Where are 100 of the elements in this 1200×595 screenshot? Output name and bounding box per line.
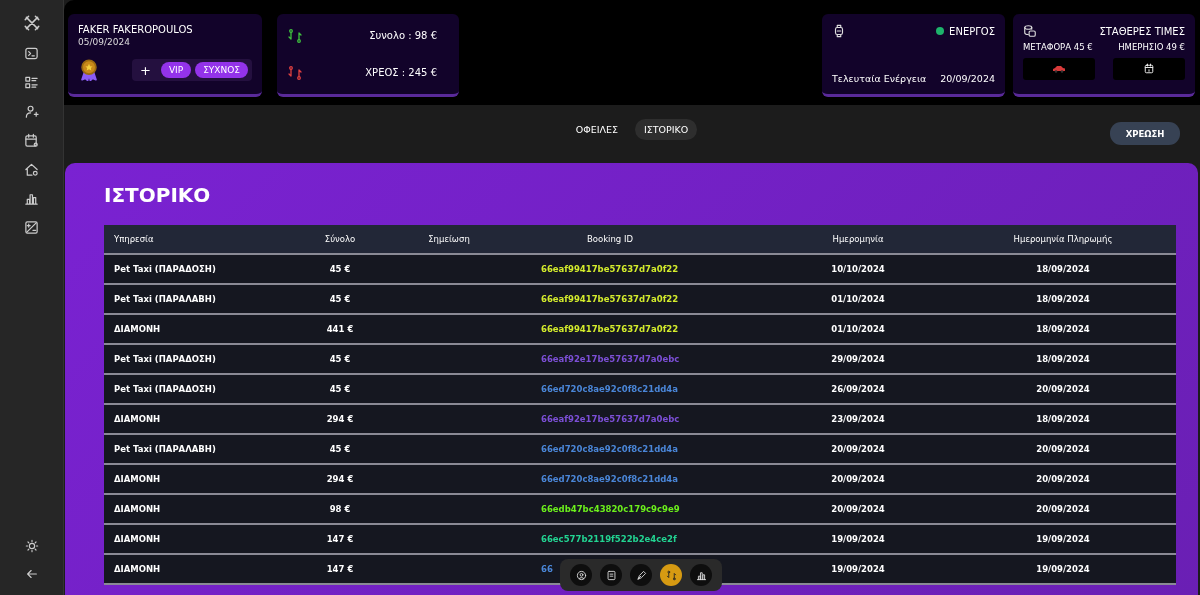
table-cell-text: 19/09/2024 (830, 534, 886, 544)
customer-tag[interactable]: VIP (160, 62, 192, 78)
booking-id: 66edb47bc43820c179c9c9e9 (540, 504, 681, 514)
panel-title: ΙΣΤΟΡΙΚΟ (104, 183, 212, 207)
bar-chart-button[interactable] (24, 191, 39, 206)
customer-tag[interactable]: ΣΥΧΝΟΣ (195, 62, 248, 78)
dock-button[interactable] (630, 564, 652, 586)
table-cell-text: 45 € (328, 294, 352, 304)
terminal-button[interactable] (24, 46, 39, 61)
add-tag-button[interactable]: + (140, 62, 157, 78)
daily-button[interactable] (1113, 58, 1185, 80)
bar-chart-icon (24, 191, 39, 206)
table-cell-text: ΔΙΑΜΟΝΗ (113, 474, 162, 484)
booking-id: 66eaf92e17be57637d7a0ebc (540, 414, 681, 424)
coins-icon (1023, 24, 1037, 38)
table-cell-text: 18/09/2024 (1035, 354, 1091, 364)
tab[interactable]: ΟΦΕΙΛΕΣ (566, 118, 627, 140)
table-cell-text: 294 € (325, 414, 355, 424)
back-button[interactable] (24, 567, 39, 581)
tools-icon (22, 14, 41, 32)
table-cell-text: Pet Taxi (ΠΑΡΑΔΟΣΗ) (113, 384, 217, 394)
table-cell-text: 147 € (325, 534, 355, 544)
charge-button[interactable]: ΧΡΕΩΣΗ (1110, 122, 1180, 145)
table-cell-text: ΔΙΑΜΟΝΗ (113, 564, 162, 574)
user-circle-icon (575, 569, 587, 581)
document-icon (605, 569, 617, 581)
table-cell-text: Pet Taxi (ΠΑΡΑΛΑΒΗ) (113, 294, 217, 304)
table-cell-text: 19/09/2024 (1035, 564, 1091, 574)
table-cell-text: 19/09/2024 (1035, 534, 1091, 544)
booking-id: 66ed720c8ae92c0f8c21dd4a (540, 444, 679, 454)
car-icon (1052, 65, 1066, 73)
column-header: Booking ID (585, 234, 635, 244)
column-header: Ημερομηνία (831, 234, 885, 244)
table-cell-text: 29/09/2024 (830, 354, 886, 364)
calendar-button[interactable] (24, 133, 39, 148)
dock-button[interactable] (570, 564, 592, 586)
table-cell-text: 23/09/2024 (830, 414, 886, 424)
table-cell-text: ΔΙΑΜΟΝΗ (113, 534, 162, 544)
table-cell-text: 20/09/2024 (1035, 444, 1091, 454)
booking-id: 66 (540, 564, 554, 574)
table-cell-text: Pet Taxi (ΠΑΡΑΔΟΣΗ) (113, 354, 217, 364)
booking-id: 66ed720c8ae92c0f8c21dd4a (540, 384, 679, 394)
customer-date: 05/09/2024 (78, 37, 131, 47)
booking-id: 66eaf99417be57637d7a0f22 (540, 264, 680, 274)
home-gear-button[interactable] (24, 162, 39, 177)
table-cell-text: 45 € (328, 354, 352, 364)
booking-id: 66eaf99417be57637d7a0f22 (540, 294, 680, 304)
column-header: Ημερομηνία Πληρωμής (1012, 234, 1114, 244)
table-cell-text: Pet Taxi (ΠΑΡΑΛΑΒΗ) (113, 444, 217, 454)
bar-chart-icon (695, 569, 707, 581)
table-cell-text: 294 € (325, 474, 355, 484)
table-cell-text: 20/09/2024 (830, 504, 886, 514)
last-activity-date: 20/09/2024 (940, 73, 995, 84)
sun-icon (24, 539, 39, 553)
customer-name: FAKER FAKEROPOULOS (78, 24, 194, 35)
table-cell-text: ΔΙΑΜΟΝΗ (113, 414, 162, 424)
table-cell-text: 18/09/2024 (1035, 414, 1091, 424)
tab[interactable]: ΙΣΤΟΡΙΚΟ (634, 118, 698, 140)
table-cell-text: 45 € (328, 264, 352, 274)
dock-button[interactable] (600, 564, 622, 586)
medal-icon (78, 59, 100, 81)
table-cell-text: 18/09/2024 (1035, 264, 1091, 274)
arrow-left-icon (24, 567, 39, 581)
pen-icon (635, 569, 647, 581)
table-cell-text: 441 € (325, 324, 355, 334)
calendar-icon (1143, 63, 1155, 75)
table-cell-text: 98 € (328, 504, 352, 514)
theme-button[interactable] (24, 539, 39, 553)
table-cell-text: 20/09/2024 (1035, 474, 1091, 484)
booking-id: 66eaf99417be57637d7a0f22 (540, 324, 680, 334)
user-plus-button[interactable] (24, 104, 39, 119)
table-cell-text: 45 € (328, 384, 352, 394)
list-button[interactable] (24, 75, 39, 90)
total-amount: Συνολο : 98 € (369, 30, 437, 41)
table-cell-text: 20/09/2024 (1035, 504, 1091, 514)
user-plus-icon (24, 104, 39, 119)
table-cell-text: 20/09/2024 (830, 444, 886, 454)
last-activity-label: Τελευταία Ενέργεια (832, 73, 927, 84)
table-cell-text: 26/09/2024 (830, 384, 886, 394)
column-header: Σημείωση (427, 234, 471, 244)
watch-icon (832, 24, 846, 38)
table-cell-text: 01/10/2024 (830, 294, 886, 304)
debt-amount: ΧΡΕΟΣ : 245 € (365, 67, 437, 78)
table-cell-text: Pet Taxi (ΠΑΡΑΔΟΣΗ) (113, 264, 217, 274)
dock-button[interactable] (660, 564, 682, 586)
transport-button[interactable] (1023, 58, 1095, 80)
transfer-icon (665, 569, 677, 581)
list-icon (24, 75, 39, 90)
dock-button[interactable] (690, 564, 712, 586)
daily-price: ΗΜΕΡΗΣΙΟ 49 € (1118, 42, 1185, 52)
column-header: Σύνολο (323, 234, 357, 244)
transport-price: ΜΕΤΑΦΟΡΑ 45 € (1023, 42, 1093, 52)
table-cell-text: ΔΙΑΜΟΝΗ (113, 504, 162, 514)
transfer-icon (287, 64, 303, 81)
prices-title: ΣΤΑΘΕΡΕΣ ΤΙΜΕΣ (1099, 25, 1185, 37)
terminal-icon (24, 46, 39, 61)
table-cell-text: 18/09/2024 (1035, 294, 1091, 304)
table-cell-text: 20/09/2024 (830, 474, 886, 484)
table-cell-text: 147 € (325, 564, 355, 574)
tools-button[interactable] (22, 14, 41, 32)
